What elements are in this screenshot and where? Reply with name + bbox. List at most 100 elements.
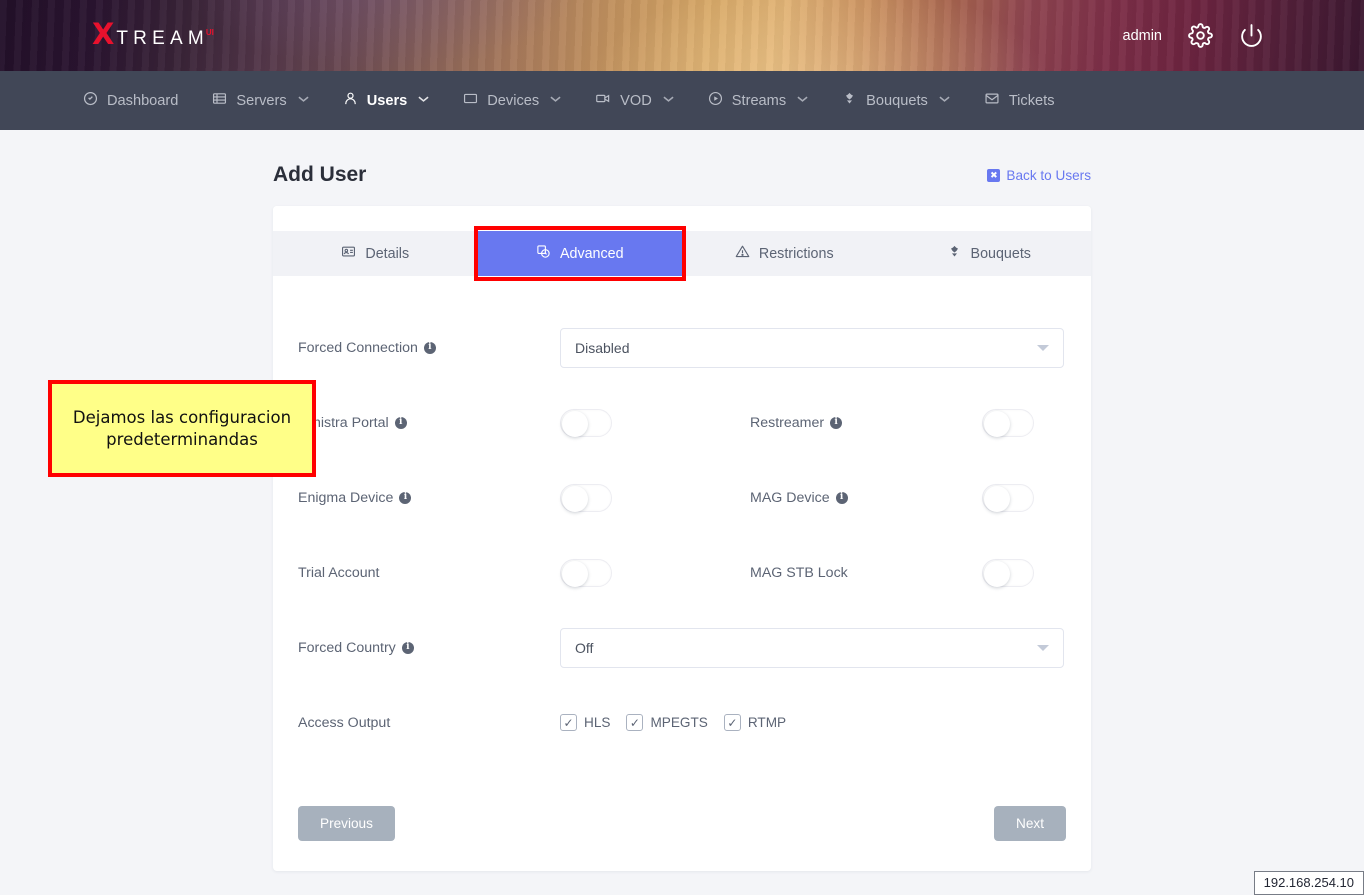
chevron-down-icon xyxy=(939,95,950,106)
back-to-users-link[interactable]: ✖ Back to Users xyxy=(987,168,1091,183)
devices-icon xyxy=(463,91,478,110)
trial-account-toggle[interactable] xyxy=(560,559,612,587)
tickets-icon xyxy=(984,91,1000,110)
tab-label: Details xyxy=(365,246,409,262)
id-card-icon xyxy=(341,244,356,263)
checkbox-box: ✓ xyxy=(724,714,741,731)
label-text: Trial Account xyxy=(298,565,379,581)
admin-username[interactable]: admin xyxy=(1123,28,1163,44)
tab-advanced[interactable]: Advanced xyxy=(478,231,683,276)
checkbox-hls[interactable]: ✓ HLS xyxy=(560,714,610,731)
users-icon xyxy=(343,91,358,110)
nav-label: Dashboard xyxy=(107,93,178,109)
chevron-down-icon xyxy=(797,95,808,106)
tab-label: Advanced xyxy=(560,246,624,262)
field-row-ministra-restreamer: Ministra Portal i Restreamer i xyxy=(298,385,1066,460)
checkbox-mpegts[interactable]: ✓ MPEGTS xyxy=(626,714,707,731)
logo-superscript: UI xyxy=(206,28,214,37)
chevron-down-icon xyxy=(1037,645,1049,651)
toggle-knob xyxy=(984,561,1010,587)
mag-device-toggle-wrap xyxy=(982,484,1091,512)
nav-item-bouquets[interactable]: Bouquets xyxy=(842,91,950,110)
page-header: Add User ✖ Back to Users xyxy=(273,130,1091,187)
nav-label: VOD xyxy=(620,93,652,109)
mag-stb-lock-toggle[interactable] xyxy=(982,559,1034,587)
gear-icon[interactable] xyxy=(1188,23,1213,48)
mag-device-toggle[interactable] xyxy=(982,484,1034,512)
checkbox-label: MPEGTS xyxy=(650,715,707,730)
card-top-strip xyxy=(273,206,1091,231)
checkbox-label: RTMP xyxy=(748,715,786,730)
access-output-label: Access Output xyxy=(298,715,560,731)
tab-bouquets[interactable]: Bouquets xyxy=(887,231,1092,276)
toggle-knob xyxy=(562,561,588,587)
nav-label: Tickets xyxy=(1009,93,1055,109)
chevron-down-icon xyxy=(663,95,674,106)
restreamer-toggle-wrap xyxy=(982,409,1091,437)
ministra-portal-toggle[interactable] xyxy=(560,409,612,437)
label-text: Restreamer xyxy=(750,415,824,431)
checkbox-rtmp[interactable]: ✓ RTMP xyxy=(724,714,786,731)
nav-item-users[interactable]: Users xyxy=(343,91,430,110)
chevron-down-icon xyxy=(418,95,429,106)
dashboard-icon xyxy=(83,91,98,110)
add-user-card: Details Advanced Restricti xyxy=(273,206,1091,871)
info-icon[interactable]: i xyxy=(402,642,414,654)
forced-connection-select[interactable]: Disabled xyxy=(560,328,1064,368)
label-text: Access Output xyxy=(298,715,390,731)
field-row-access-output: Access Output ✓ HLS ✓ MPEGTS ✓ RTMP xyxy=(298,685,1066,760)
checkbox-box: ✓ xyxy=(560,714,577,731)
info-icon[interactable]: i xyxy=(424,342,436,354)
nav-item-vod[interactable]: VOD xyxy=(595,91,674,110)
advanced-form: Forced Connection i Disabled Ministra Po… xyxy=(273,276,1091,780)
info-icon[interactable]: i xyxy=(830,417,842,429)
nav-item-devices[interactable]: Devices xyxy=(463,91,561,110)
restreamer-label: Restreamer i xyxy=(750,415,982,431)
toggle-knob xyxy=(562,486,588,512)
power-icon[interactable] xyxy=(1239,23,1264,48)
logo-x-mark: X xyxy=(92,20,114,49)
annotation-note: Dejamos las configuracion predeterminand… xyxy=(48,380,316,477)
label-text: Enigma Device xyxy=(298,490,393,506)
nav-label: Users xyxy=(367,93,408,109)
tab-restrictions[interactable]: Restrictions xyxy=(682,231,887,276)
ip-address-tooltip: 192.168.254.10 xyxy=(1254,871,1364,895)
info-icon[interactable]: i xyxy=(395,417,407,429)
checkbox-label: HLS xyxy=(584,715,610,730)
toggle-knob xyxy=(984,486,1010,512)
nav-label: Servers xyxy=(236,93,286,109)
chevron-down-icon xyxy=(550,95,561,106)
toggle-knob xyxy=(984,411,1010,437)
forced-connection-label: Forced Connection i xyxy=(298,340,560,356)
trial-account-toggle-wrap xyxy=(560,559,750,587)
tab-label: Bouquets xyxy=(971,246,1031,262)
chevron-down-icon xyxy=(298,95,309,106)
enigma-device-toggle-wrap xyxy=(560,484,750,512)
main-navigation: Dashboard Servers Users xyxy=(0,71,1364,130)
info-icon[interactable]: i xyxy=(399,492,411,504)
streams-icon xyxy=(708,91,723,110)
nav-item-streams[interactable]: Streams xyxy=(708,91,808,110)
nav-item-dashboard[interactable]: Dashboard xyxy=(83,91,178,110)
next-button[interactable]: Next xyxy=(994,806,1066,841)
page-title: Add User xyxy=(273,163,366,187)
logo-wordmark: TREAM xyxy=(116,29,209,48)
forced-country-select[interactable]: Off xyxy=(560,628,1064,668)
nav-item-tickets[interactable]: Tickets xyxy=(984,91,1055,110)
banner-actions: admin xyxy=(1123,0,1265,71)
enigma-device-toggle[interactable] xyxy=(560,484,612,512)
chevron-down-icon xyxy=(1037,345,1049,351)
previous-button[interactable]: Previous xyxy=(298,806,395,841)
nav-item-servers[interactable]: Servers xyxy=(212,91,308,110)
select-value: Off xyxy=(575,640,593,656)
label-text: Forced Country xyxy=(298,640,396,656)
mag-stb-lock-toggle-wrap xyxy=(982,559,1091,587)
nav-label: Devices xyxy=(487,93,539,109)
restreamer-toggle[interactable] xyxy=(982,409,1034,437)
warning-icon xyxy=(735,244,750,263)
tab-details[interactable]: Details xyxy=(273,231,478,276)
select-value: Disabled xyxy=(575,340,629,356)
app-logo[interactable]: X TREAM UI xyxy=(92,20,217,49)
label-text: MAG Device xyxy=(750,490,830,506)
info-icon[interactable]: i xyxy=(836,492,848,504)
